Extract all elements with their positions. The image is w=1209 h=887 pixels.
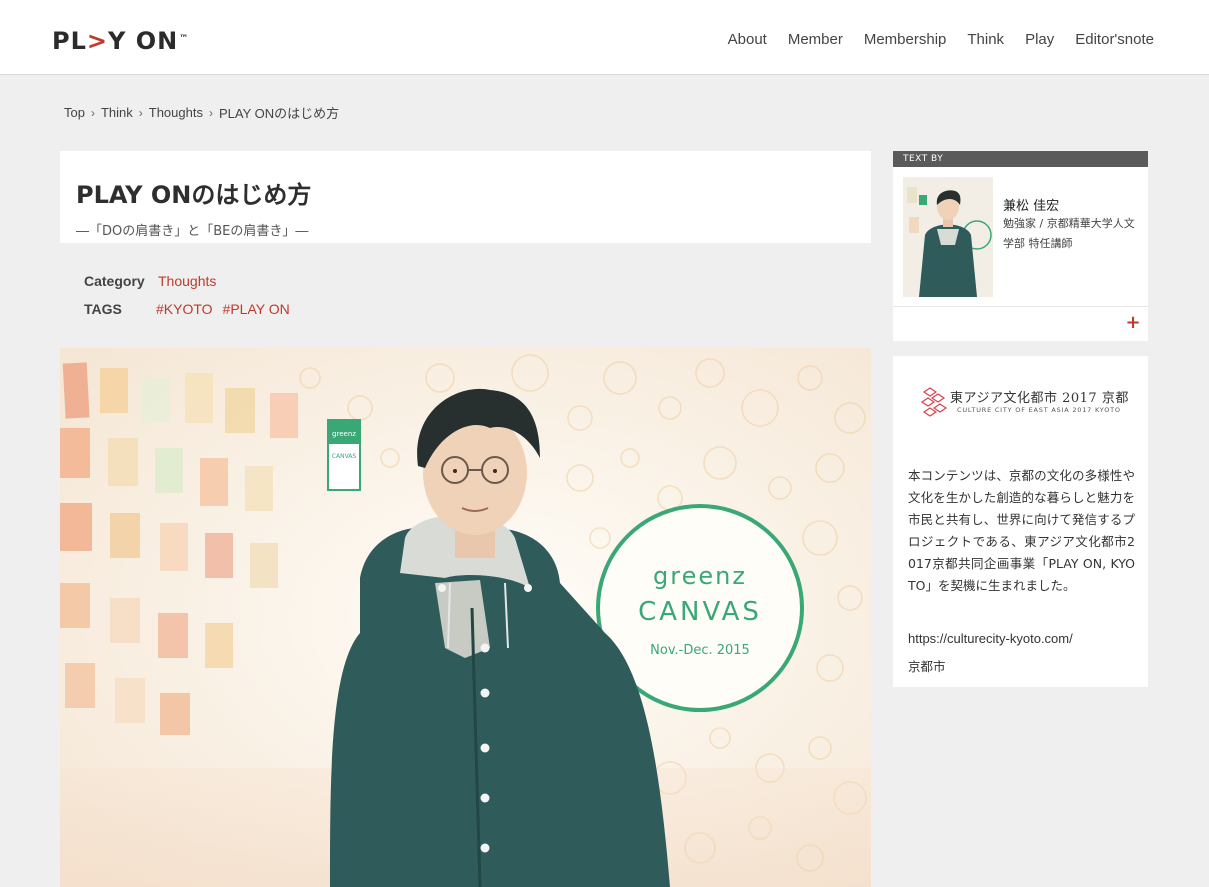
hero-photo: greenz CANVAS greenz CANVAS Nov.-Dec. 20…	[60, 348, 871, 887]
nav-think[interactable]: Think	[967, 31, 1004, 48]
author-role: 勉強家 / 京都精華大学人文学部 特任講師	[1003, 217, 1135, 250]
article-meta: Category Thoughts TAGS #KYOTO #PLAY ON	[60, 243, 871, 348]
tag-kyoto[interactable]: #KYOTO	[156, 301, 213, 317]
category-link[interactable]: Thoughts	[158, 273, 216, 289]
breadcrumb-top[interactable]: Top	[64, 105, 85, 120]
tags-row: TAGS #KYOTO #PLAY ON	[84, 301, 300, 318]
breadcrumb-current: PLAY ONのはじめ方	[218, 106, 340, 121]
sign-line-1: greenz	[653, 562, 747, 590]
author-name[interactable]: 兼松 佳宏	[1003, 195, 1059, 214]
sign-line-3: Nov.-Dec. 2015	[650, 643, 750, 658]
expand-plus-icon[interactable]: +	[1125, 314, 1141, 332]
nav-play[interactable]: Play	[1025, 31, 1054, 48]
nav-membership[interactable]: Membership	[864, 31, 947, 48]
author-card: TEXT BY 兼松 佳宏 勉強家 / 京都精華大学人文学部 特任講師 +	[893, 151, 1148, 341]
flag-text-2: CANVAS	[332, 453, 357, 460]
main-nav: About Member Membership Think Play Edito…	[728, 31, 1154, 48]
nav-about[interactable]: About	[728, 31, 767, 48]
article-header: PLAY ONのはじめ方 ―「DOの肩書き」と「BEの肩書き」―	[60, 151, 871, 243]
breadcrumb: Top › Think › Thoughts › PLAY ONのはじめ方	[64, 103, 339, 122]
logo-text-pre: PL	[52, 27, 87, 55]
tags-label: TAGS	[84, 301, 122, 317]
tag-play-on[interactable]: #PLAY ON	[223, 301, 290, 317]
breadcrumb-think[interactable]: Think	[101, 105, 133, 120]
article-subtitle: ―「DOの肩書き」と「BEの肩書き」―	[76, 224, 309, 239]
culture-city-emblem-icon	[920, 387, 948, 417]
culture-city-url-link[interactable]: https://culturecity-kyoto.com/	[908, 631, 1073, 646]
site-header: PL>Y ON™ About Member Membership Think P…	[0, 0, 1209, 75]
breadcrumb-separator: ›	[138, 105, 143, 120]
hero-image: greenz CANVAS greenz CANVAS Nov.-Dec. 20…	[60, 348, 871, 887]
culture-city-card: 東アジア文化都市 2017 京都 CULTURE CITY OF EAST AS…	[893, 356, 1148, 687]
project-description: 本コンテンツは、京都の文化の多様性や文化を生かした創造的な暮らしと魅力を市民と共…	[908, 468, 1135, 593]
breadcrumb-separator: ›	[208, 105, 213, 120]
breadcrumb-thoughts[interactable]: Thoughts	[149, 105, 203, 120]
sign-line-2: CANVAS	[638, 597, 762, 627]
organization-name: 京都市	[908, 659, 946, 674]
article-title: PLAY ONのはじめ方	[76, 181, 312, 209]
culture-city-logo[interactable]: 東アジア文化都市 2017 京都 CULTURE CITY OF EAST AS…	[920, 386, 1128, 420]
logo-text-post: Y ON	[108, 27, 179, 55]
category-row: Category Thoughts	[84, 273, 226, 290]
category-label: Category	[84, 273, 145, 289]
logo-arrow: >	[86, 27, 108, 55]
culture-city-subtitle: CULTURE CITY OF EAST ASIA 2017 KYOTO	[957, 406, 1121, 414]
nav-member[interactable]: Member	[788, 31, 843, 48]
logo-trademark: ™	[179, 34, 190, 44]
nav-editors-note[interactable]: Editor'snote	[1075, 31, 1154, 48]
divider	[893, 306, 1148, 307]
breadcrumb-separator: ›	[90, 105, 95, 120]
text-by-label: TEXT BY	[893, 151, 1148, 167]
flag-text-1: greenz	[332, 430, 356, 438]
author-photo	[903, 177, 993, 297]
culture-city-title: 東アジア文化都市 2017 京都	[950, 391, 1129, 406]
author-avatar[interactable]	[903, 177, 993, 297]
play-on-logo[interactable]: PL>Y ON™	[52, 27, 189, 55]
